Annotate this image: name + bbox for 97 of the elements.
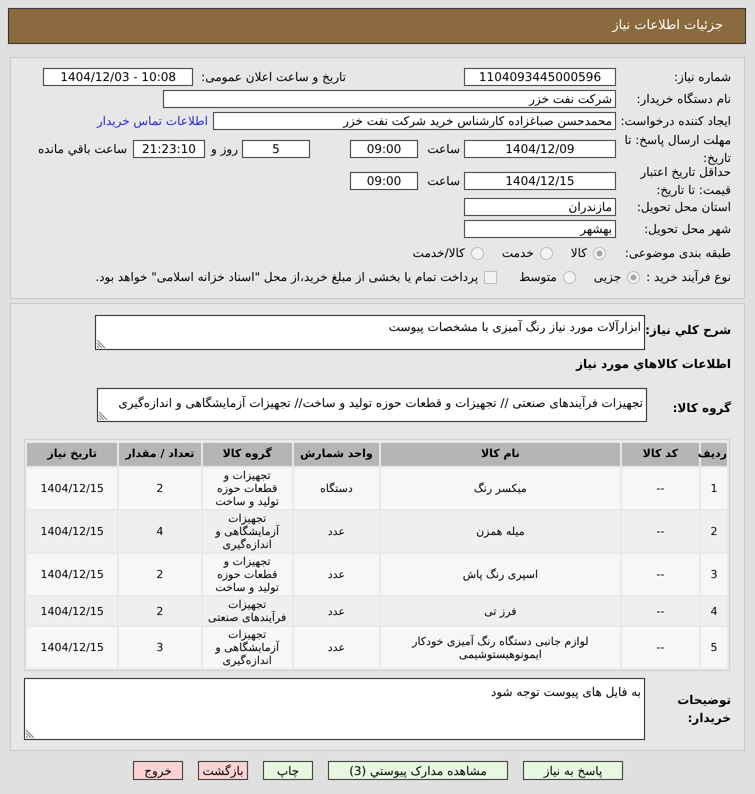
table-cell: عدد [294, 597, 380, 625]
deadline-date-field[interactable]: 1404/12/09 [464, 140, 616, 158]
field-label: شماره نیاز: [674, 70, 731, 84]
field-label: مهلت ارسال پاسخ: تا تاریخ: [624, 133, 731, 165]
field-label: ساعت [427, 174, 460, 188]
column-header: ردیف [700, 443, 727, 466]
column-header: واحد شمارش [294, 443, 380, 466]
province-field[interactable]: مازندران [464, 198, 616, 216]
table-cell: دستگاه [294, 468, 380, 509]
table-cell: 1404/12/15 [27, 554, 118, 595]
table-cell: 1404/12/15 [27, 511, 118, 552]
table-cell: 1 [700, 468, 727, 509]
table-cell: عدد [294, 627, 380, 668]
deadline-time-field[interactable]: 09:00 [350, 140, 418, 158]
remaining-time-field[interactable]: 21:23:10 [133, 140, 205, 158]
field-label: تاریخ و ساعت اعلان عمومی: [201, 70, 346, 84]
radio-button[interactable] [540, 246, 553, 260]
column-header: نام کالا [381, 443, 620, 466]
field-label: روز و [211, 142, 238, 156]
field-label: ایجاد کننده درخواست: [620, 114, 731, 128]
section-label: شرح کلي نیاز: [645, 323, 731, 337]
resize-grip-icon[interactable] [97, 339, 106, 348]
table-cell: 2 [119, 468, 201, 509]
buyer-org-field[interactable]: شرکت نفت خزر [163, 90, 616, 108]
goods-group-field[interactable]: تجهیزات فرآیندهای صنعتی // تجهیزات و قطعات حوزه تولید و ساخت// تجهیزات آزمایشگاهی و اندازه‌گیری [97, 388, 647, 422]
column-header: گروه کالا [202, 443, 292, 466]
resize-grip-icon[interactable] [99, 411, 108, 420]
need-number-field[interactable]: 1104093445000596 [464, 68, 616, 86]
field-label: نام دستگاه خریدار: [636, 92, 731, 106]
table-cell: 1404/12/15 [27, 468, 118, 509]
table-cell: 4 [119, 511, 201, 552]
table-cell: 1404/12/15 [27, 597, 118, 625]
field-label: ساعت [427, 142, 460, 156]
table-cell: لوازم جانبی دستگاه رنگ آمیزی خودکار ایمونوهیستوشیمی [381, 627, 620, 668]
table-cell: -- [622, 554, 699, 595]
city-field[interactable]: بهشهر [464, 220, 616, 238]
table-cell: عدد [294, 511, 380, 552]
field-label: شهر محل تحویل: [644, 222, 731, 236]
table-cell: -- [622, 468, 699, 509]
table-cell: میکسر رنگ [381, 468, 620, 509]
section-label: گروه کالا: [672, 401, 731, 415]
table-cell: 2 [119, 597, 201, 625]
table-cell: تجهیزات آزمایشگاهی و اندازه‌گیری [202, 627, 292, 668]
field-label: طبقه بندی موضوعی: [624, 246, 731, 260]
table-cell: اسپری رنگ پاش [381, 554, 620, 595]
table-cell: -- [622, 511, 699, 552]
table-cell: 3 [119, 627, 201, 668]
column-header: تعداد / مقدار [119, 443, 201, 466]
checkbox[interactable] [484, 270, 498, 284]
radio-button[interactable] [562, 270, 576, 284]
action-button[interactable]: مشاهده مدارک پیوستي (3) [328, 761, 508, 780]
table-cell: تجهیزات آزمایشگاهی و اندازه‌گیری [202, 511, 292, 552]
table-cell: فرز تی [381, 597, 620, 625]
table-cell: تجهیزات و قطعات حوزه تولید و ساخت [202, 468, 292, 509]
table-cell: 4 [700, 597, 727, 625]
table-cell: 5 [700, 627, 727, 668]
action-button[interactable]: بازگشت [198, 761, 248, 780]
table-cell: میله همزن [381, 511, 620, 552]
radio-button[interactable] [627, 270, 640, 284]
action-button[interactable]: چاپ [263, 761, 313, 780]
table-cell: عدد [294, 554, 380, 595]
requester-field[interactable]: محمدحسن صباغزاده کارشناس خرید شرکت نفت خزر [213, 112, 616, 130]
field-label: نوع فرآیند خرید : [646, 270, 731, 284]
option-label: کالا [570, 245, 587, 262]
resize-grip-icon[interactable] [26, 729, 35, 738]
radio-button[interactable] [593, 246, 606, 260]
days-field[interactable]: 5 [242, 140, 310, 158]
option-label: متوسط [519, 269, 557, 286]
table-cell: 3 [700, 554, 727, 595]
validity-time-field[interactable]: 09:00 [350, 172, 418, 190]
description-field[interactable]: ابزارآلات مورد نیاز رنگ آمیزی با مشخصات پیوست [95, 315, 645, 350]
table-cell: تجهیزات فرآیندهای صنعتی [202, 597, 292, 625]
option-label: خدمت [502, 245, 534, 262]
validity-date-field[interactable]: 1404/12/15 [464, 172, 616, 190]
section-label: توضیحات خریدار: [677, 693, 731, 725]
table-cell: 2 [119, 554, 201, 595]
buyer-notes-field[interactable]: به فایل های پیوست توجه شود [24, 678, 645, 740]
action-button[interactable]: خروج [133, 761, 183, 780]
table-cell: 2 [700, 511, 727, 552]
table-cell: تجهیزات و قطعات حوزه تولید و ساخت [202, 554, 292, 595]
column-header: کد کالا [622, 443, 699, 466]
checkbox-label: پرداخت تمام یا بخشی از مبلغ خرید،از محل "اسناد خزانه اسلامی" خواهد بود. [95, 269, 478, 286]
field-label: ساعت باقي مانده [38, 142, 127, 156]
page-title: جزئیات اطلاعات نیاز [612, 17, 723, 36]
buyer-contact-link[interactable]: اطلاعات تماس خریدار [96, 112, 208, 130]
action-button[interactable]: پاسخ به نیاز [523, 761, 623, 780]
table-cell: -- [622, 597, 699, 625]
table-cell: -- [622, 627, 699, 668]
table-cell: 1404/12/15 [27, 627, 118, 668]
field-label: استان محل تحویل: [636, 200, 731, 214]
radio-button[interactable] [470, 246, 484, 260]
option-label: کالا/خدمت [412, 245, 465, 262]
field-label: حداقل تاریخ اعتبار قیمت: تا تاریخ: [640, 165, 731, 197]
announce-date-field[interactable]: 1404/12/03 - 10:08 [43, 68, 194, 86]
section-title: اطلاعات کالاهاي مورد نیاز [576, 356, 731, 373]
option-label: جزیی [594, 269, 622, 286]
column-header: تاریخ نیاز [27, 443, 118, 466]
